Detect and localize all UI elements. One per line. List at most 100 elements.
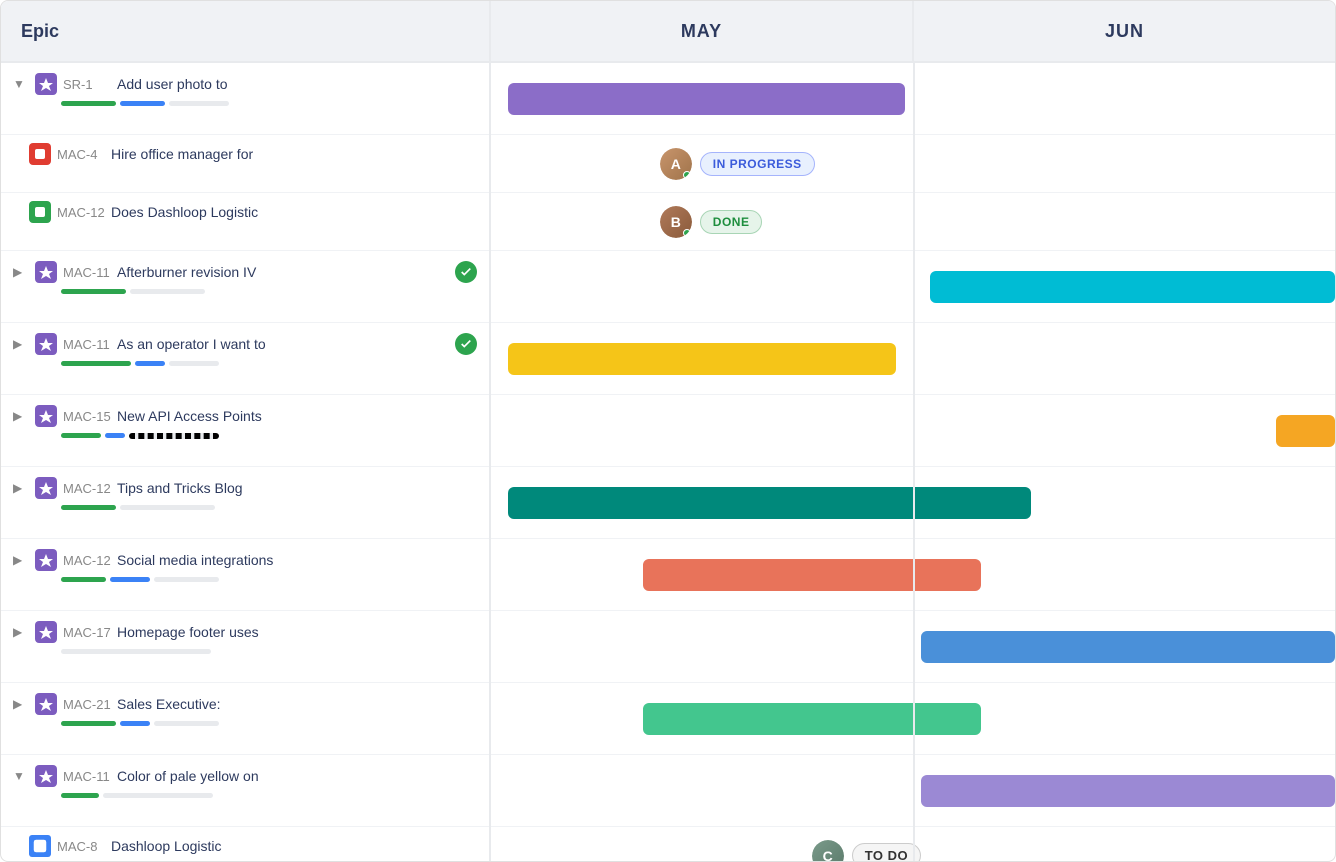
gantt-bar-mac12s[interactable] — [643, 559, 981, 591]
gantt-bar-sr1[interactable] — [508, 83, 905, 115]
epic-panel: Epic ▼ SR-1 Add user photo to — [1, 1, 491, 861]
progress-empty-mac11a — [130, 289, 205, 294]
progress-empty-mac11b — [169, 361, 219, 366]
progress-bar-mac11a — [61, 289, 477, 294]
gantt-divider — [913, 63, 915, 861]
epic-title-mac15: New API Access Points — [117, 408, 477, 424]
gantt-status-mac12c: B DONE — [660, 206, 763, 238]
status-pill-in-progress: IN PROGRESS — [700, 152, 815, 176]
gantt-bar-mac11b[interactable] — [508, 343, 896, 375]
epic-row-mac4: MAC-4 Hire office manager for — [1, 135, 489, 193]
gantt-bar-mac11a[interactable] — [930, 271, 1335, 303]
epic-row-sr1: ▼ SR-1 Add user photo to — [1, 63, 489, 135]
gantt-status-mac4: A IN PROGRESS — [660, 148, 815, 180]
epic-id-mac15: MAC-15 — [63, 409, 111, 424]
progress-blue-mac12s — [110, 577, 150, 582]
progress-bar-mac12s — [61, 577, 477, 582]
progress-empty-mac17 — [61, 649, 211, 654]
status-pill-done: DONE — [700, 210, 763, 234]
epic-icon-mac12s — [35, 549, 57, 571]
check-badge-mac11b — [455, 333, 477, 355]
gantt-bar-mac21[interactable] — [643, 703, 981, 735]
status-pill-todo: TO DO — [852, 843, 921, 861]
epic-icon-mac11b — [35, 333, 57, 355]
progress-green-mac12t — [61, 505, 116, 510]
chevron-right-icon-7[interactable]: ▶ — [13, 697, 29, 711]
chevron-right-icon-1[interactable]: ▶ — [13, 265, 29, 279]
epic-row-mac11c: ▼ MAC-11 Color of pale yellow on — [1, 755, 489, 827]
gantt-bar-mac15[interactable] — [1276, 415, 1335, 447]
progress-bar-mac11c — [61, 793, 477, 798]
epic-id-mac11b: MAC-11 — [63, 337, 111, 352]
progress-empty-mac21 — [154, 721, 219, 726]
progress-bar-mac15 — [61, 433, 477, 438]
check-badge-mac11a — [455, 261, 477, 283]
epic-icon-sr1 — [35, 73, 57, 95]
avatar-face-mac8: C — [812, 840, 844, 862]
gantt-month-may: MAY — [491, 1, 914, 61]
progress-green-mac11b — [61, 361, 131, 366]
epic-row-mac11a: ▶ MAC-11 Afterburner revision IV — [1, 251, 489, 323]
gantt-bar-mac17[interactable] — [921, 631, 1335, 663]
epic-row-mac21: ▶ MAC-21 Sales Executive: — [1, 683, 489, 755]
progress-green-sr1 — [61, 101, 116, 106]
avatar-dot-mac4 — [683, 171, 691, 179]
epic-header: Epic — [1, 1, 489, 63]
epic-title-mac11c: Color of pale yellow on — [117, 768, 477, 784]
progress-green-mac11c — [61, 793, 99, 798]
progress-blue-mac15 — [105, 433, 125, 438]
epic-icon-mac15 — [35, 405, 57, 427]
epic-id-sr1: SR-1 — [63, 77, 111, 92]
progress-green-mac21 — [61, 721, 116, 726]
epic-id-mac11c: MAC-11 — [63, 769, 111, 784]
chevron-right-icon-2[interactable]: ▶ — [13, 337, 29, 351]
epic-title-mac21: Sales Executive: — [117, 696, 477, 712]
gantt-status-mac8: C TO DO — [812, 840, 921, 862]
avatar-mac4: A — [660, 148, 692, 180]
progress-blue-sr1 — [120, 101, 165, 106]
epic-id-mac12s: MAC-12 — [63, 553, 111, 568]
gantt-chart-container: Epic ▼ SR-1 Add user photo to — [0, 0, 1336, 862]
progress-blue-mac21 — [120, 721, 150, 726]
avatar-dot-mac12c — [683, 229, 691, 237]
chevron-right-icon-3[interactable]: ▶ — [13, 409, 29, 423]
epic-header-label: Epic — [21, 21, 59, 42]
epic-icon-mac21 — [35, 693, 57, 715]
epic-title-mac12t: Tips and Tricks Blog — [117, 480, 477, 496]
gantt-bar-mac11c[interactable] — [921, 775, 1335, 807]
epic-title-sr1: Add user photo to — [117, 76, 477, 92]
avatar-mac12c: B — [660, 206, 692, 238]
epic-icon-mac17 — [35, 621, 57, 643]
chevron-right-icon-5[interactable]: ▶ — [13, 553, 29, 567]
epic-icon-mac8 — [29, 835, 51, 857]
epic-id-mac12t: MAC-12 — [63, 481, 111, 496]
epic-title-mac8: Dashloop Logistic — [111, 838, 477, 854]
progress-bar-sr1 — [61, 101, 477, 106]
chevron-right-icon-6[interactable]: ▶ — [13, 625, 29, 639]
epic-title-mac11a: Afterburner revision IV — [117, 264, 449, 280]
epic-id-mac4: MAC-4 — [57, 147, 105, 162]
chevron-right-icon-4[interactable]: ▶ — [13, 481, 29, 495]
epic-icon-mac4 — [29, 143, 51, 165]
gantt-bar-mac12t[interactable] — [508, 487, 1031, 519]
epic-icon-mac12t — [35, 477, 57, 499]
gantt-body: A IN PROGRESS B DONE — [491, 63, 1335, 861]
avatar-mac8: C — [812, 840, 844, 862]
gantt-panel: MAY JUN A IN PROGRESS — [491, 1, 1335, 861]
progress-green-mac12s — [61, 577, 106, 582]
progress-empty-mac15 — [129, 433, 219, 439]
epic-row-mac12t: ▶ MAC-12 Tips and Tricks Blog — [1, 467, 489, 539]
chevron-down-icon-2[interactable]: ▼ — [13, 769, 29, 783]
chevron-down-icon[interactable]: ▼ — [13, 77, 29, 91]
epic-id-mac17: MAC-17 — [63, 625, 111, 640]
progress-empty-mac11c — [103, 793, 213, 798]
progress-bar-mac17 — [61, 649, 477, 654]
epic-title-mac17: Homepage footer uses — [117, 624, 477, 640]
progress-bar-mac12t — [61, 505, 477, 510]
epic-row-mac15: ▶ MAC-15 New API Access Points — [1, 395, 489, 467]
gantt-month-jun: JUN — [914, 1, 1335, 61]
epic-title-mac12s: Social media integrations — [117, 552, 477, 568]
epic-list: ▼ SR-1 Add user photo to — [1, 63, 489, 861]
progress-empty-mac12t — [120, 505, 215, 510]
progress-bar-mac21 — [61, 721, 477, 726]
